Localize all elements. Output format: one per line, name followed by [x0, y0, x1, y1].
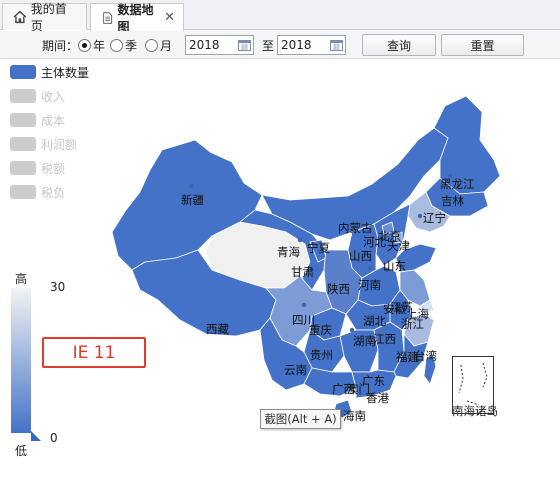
visual-map-handle[interactable] — [31, 431, 41, 441]
label-tianjin: 天津 — [387, 239, 410, 253]
south-china-sea-label: 南海诸岛 — [452, 404, 498, 418]
visual-map-min: 0 — [50, 431, 58, 445]
label-xinjiang: 新疆 — [181, 193, 204, 207]
screenshot-tooltip: 截图(Alt + A) — [260, 409, 341, 429]
label-henan: 河南 — [358, 278, 381, 292]
legend-item-tax[interactable]: 税额 — [10, 160, 65, 176]
legend-swatch — [10, 161, 36, 175]
label-shaanxi: 陕西 — [327, 282, 350, 296]
legend-swatch — [10, 113, 36, 127]
label-yunnan: 云南 — [284, 363, 307, 377]
legend-label: 利润额 — [41, 137, 78, 152]
legend-item-cost[interactable]: 成本 — [10, 112, 65, 128]
legend-swatch — [10, 137, 36, 151]
legend-label: 成本 — [41, 113, 66, 128]
label-liaoning: 辽宁 — [423, 211, 446, 225]
legend-swatch — [10, 89, 36, 103]
label-xizang: 西藏 — [206, 322, 229, 336]
label-shanxi: 山西 — [349, 249, 372, 263]
label-zhejiang: 浙江 — [401, 317, 424, 331]
label-ningxia: 宁夏 — [307, 241, 330, 255]
legend-label: 收入 — [41, 89, 66, 104]
legend-item-entity-count[interactable]: 主体数量 — [10, 64, 89, 80]
label-neimenggu: 内蒙古 — [338, 221, 373, 235]
visual-map-low-label: 低 — [15, 444, 28, 458]
label-hubei: 湖北 — [363, 314, 386, 328]
label-shandong: 山东 — [383, 259, 406, 273]
legend-item-income[interactable]: 收入 — [10, 88, 65, 104]
legend-label: 税负 — [41, 185, 66, 200]
legend-item-profit[interactable]: 利润额 — [10, 136, 77, 152]
legend-swatch — [10, 65, 36, 79]
label-taiwan: 台湾 — [414, 349, 437, 363]
legend-item-tax-burden[interactable]: 税负 — [10, 184, 65, 200]
visual-map-high-label: 高 — [15, 272, 28, 286]
label-gansu: 甘肃 — [291, 265, 314, 279]
label-qinghai: 青海 — [277, 245, 300, 259]
label-jilin: 吉林 — [441, 194, 464, 208]
legend-label: 税额 — [41, 161, 66, 176]
legend-label: 主体数量 — [41, 65, 90, 80]
label-anhui: 安徽 — [383, 302, 406, 316]
label-jiangxi: 江西 — [373, 332, 396, 346]
visual-map-max: 30 — [50, 280, 66, 294]
label-chongqing: 重庆 — [309, 323, 332, 337]
visual-map-gradient[interactable] — [11, 288, 31, 433]
label-macau: 澳门 — [347, 382, 370, 396]
legend-swatch — [10, 185, 36, 199]
label-heilongjiang: 黑龙江 — [440, 177, 475, 191]
label-guizhou: 贵州 — [310, 348, 333, 362]
ie-version-badge: IE 11 — [42, 337, 146, 368]
label-hebei: 河北 — [363, 235, 386, 249]
label-hainan: 海南 — [343, 409, 366, 423]
